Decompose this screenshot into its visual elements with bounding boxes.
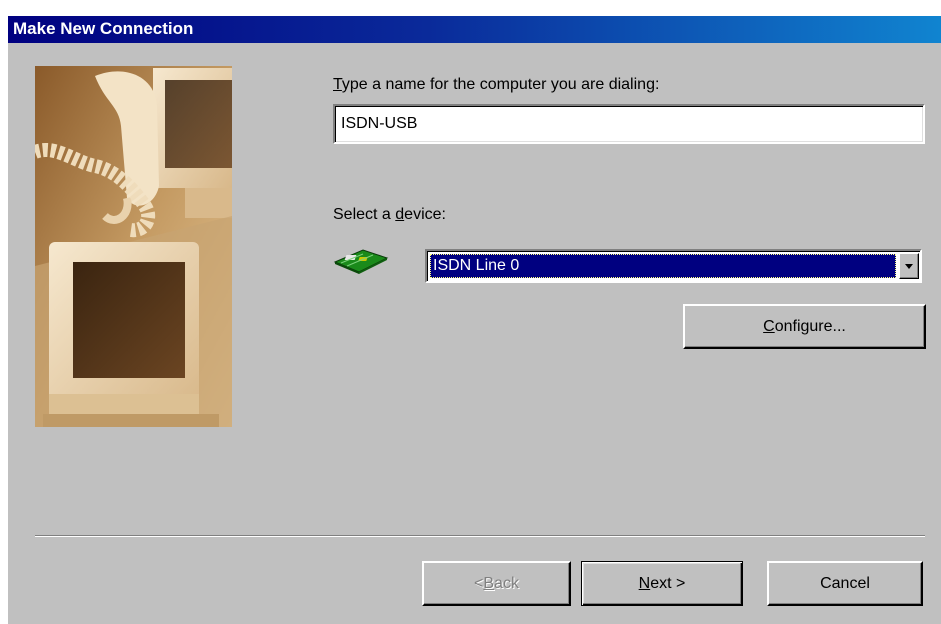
device-label-mnemonic: d [395,206,405,223]
back-button[interactable]: < Back [422,561,571,606]
device-dropdown-button[interactable] [899,253,919,279]
configure-label: onfigure... [774,317,846,335]
device-select[interactable]: ISDN Line 0 [425,249,922,283]
cancel-button[interactable]: Cancel [767,561,923,606]
back-mnemonic: B [483,574,495,592]
make-new-connection-dialog: Make New Connection Type a name for the … [8,16,941,624]
name-label-mnemonic: T [333,76,342,93]
next-button[interactable]: Next > [581,561,743,606]
window-title: Make New Connection [13,19,194,38]
configure-button[interactable]: Configure... [683,304,926,349]
computer-phone-illustration [35,66,232,427]
device-label-pre: Select a [333,206,396,223]
name-label: Type a name for the computer you are dia… [333,76,659,94]
name-label-text: ype a name for the computer you are dial… [341,76,660,93]
configure-mnemonic: C [763,317,775,335]
next-label: ext > [650,574,686,592]
chevron-down-icon [905,264,913,269]
back-prefix: < [474,574,484,592]
device-label: Select a device: [333,206,446,224]
device-label-post: evice: [404,206,446,223]
back-label: ack [494,574,519,592]
device-select-value: ISDN Line 0 [430,254,896,278]
title-bar[interactable]: Make New Connection [8,16,941,43]
computer-name-input[interactable] [333,104,925,144]
next-mnemonic: N [638,574,651,592]
cancel-label: Cancel [820,574,870,592]
network-adapter-icon [333,249,389,274]
divider [35,535,925,537]
